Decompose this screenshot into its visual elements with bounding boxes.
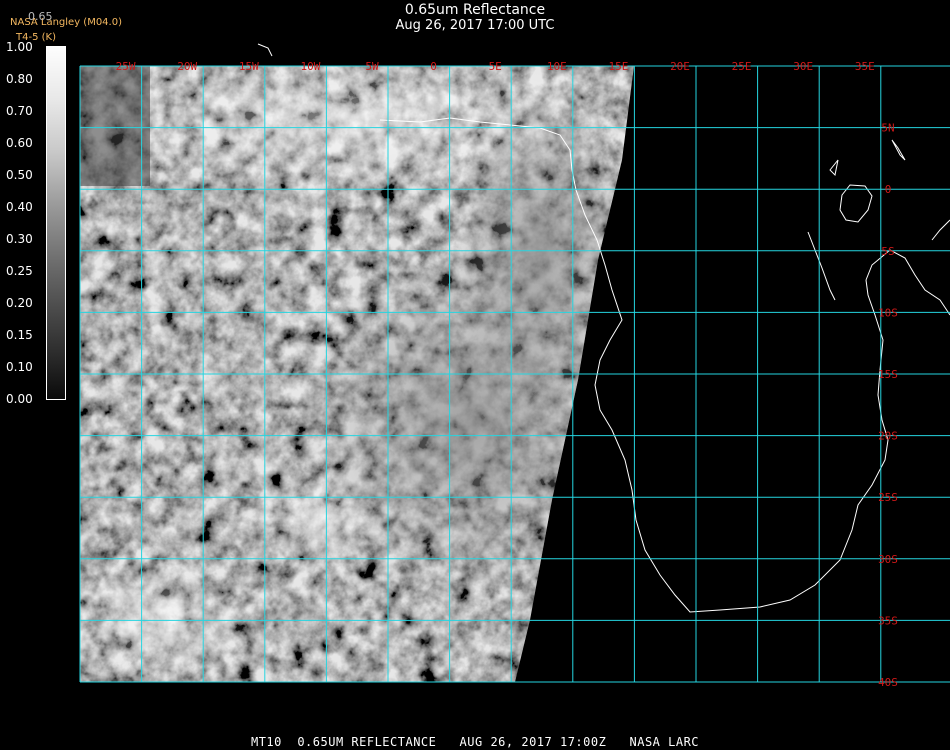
longitude-label: 30E — [793, 60, 813, 73]
cloud-imagery — [80, 66, 634, 682]
latitude-label: 5N — [881, 122, 894, 135]
longitude-label: 0 — [430, 60, 437, 73]
longitude-label: 20E — [670, 60, 690, 73]
longitude-label: 35E — [855, 60, 875, 73]
latitude-label: 25S — [878, 491, 898, 504]
latitude-label: 5S — [881, 245, 894, 258]
latitude-label: 0 — [885, 183, 892, 196]
satellite-map: 25W 20W 15W 10W 5W 0 5E 10E 15E 20E 25E 30E 35E 5N 0 5… — [79, 43, 950, 689]
latitude-label: 40S — [878, 676, 898, 689]
longitude-label: 25W — [116, 60, 136, 73]
latitude-label: 30S — [878, 553, 898, 566]
latitude-label: 10S — [878, 306, 898, 319]
footer-caption: MT10 0.65UM REFLECTANCE AUG 26, 2017 17:… — [250, 735, 700, 749]
longitude-label: 15W — [239, 60, 259, 73]
latitude-label: 35S — [878, 614, 898, 627]
latitude-label: 20S — [878, 430, 898, 443]
longitude-label: 5E — [489, 60, 502, 73]
longitude-label: 25E — [732, 60, 752, 73]
longitude-label: 10E — [547, 60, 567, 73]
longitude-label: 20W — [177, 60, 197, 73]
longitude-label: 10W — [300, 60, 320, 73]
longitude-label: 15E — [608, 60, 628, 73]
longitude-label: 5W — [365, 60, 379, 73]
latitude-label: 15S — [878, 368, 898, 381]
